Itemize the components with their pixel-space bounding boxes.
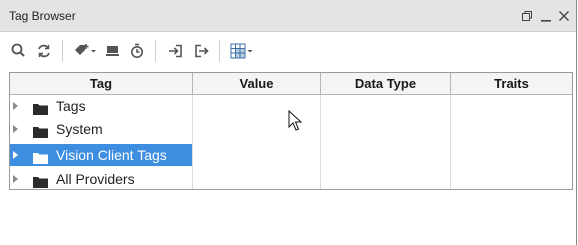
tree-row-tags[interactable]: Tags: [10, 95, 192, 117]
column-header-traits[interactable]: Traits: [451, 73, 572, 94]
column-header-value[interactable]: Value: [193, 73, 321, 94]
panel-title: Tag Browser: [9, 9, 76, 23]
column-divider: [450, 95, 451, 189]
toolbar-separator: [155, 40, 156, 62]
title-bar: Tag Browser: [0, 0, 576, 32]
minimize-icon[interactable]: [539, 8, 553, 22]
toolbar: [0, 32, 576, 70]
folder-icon: [33, 123, 48, 138]
tree-row-all-providers[interactable]: All Providers: [10, 168, 192, 190]
expand-arrow-icon[interactable]: [13, 175, 18, 183]
folder-icon: [33, 149, 48, 164]
tree-row-vision-client-tags[interactable]: Vision Client Tags: [10, 144, 192, 166]
expand-arrow-icon[interactable]: [13, 151, 18, 159]
expand-arrow-icon[interactable]: [13, 102, 18, 110]
search-icon[interactable]: [9, 41, 29, 61]
tree-row-system[interactable]: System: [10, 118, 192, 140]
column-divider: [192, 95, 193, 189]
add-tag-icon[interactable]: [72, 41, 98, 61]
toolbar-separator: [219, 40, 220, 62]
float-window-icon[interactable]: [520, 8, 534, 22]
folder-icon: [33, 100, 48, 115]
tag-browser-panel: Tag Browser Tag Value Data Type Traits T…: [0, 0, 577, 245]
grid-view-icon[interactable]: [228, 41, 254, 61]
logout-icon[interactable]: [191, 41, 211, 61]
mouse-pointer-icon: [288, 109, 303, 132]
folder-icon: [33, 173, 48, 188]
close-icon[interactable]: [557, 8, 571, 22]
refresh-icon[interactable]: [34, 41, 54, 61]
column-header-tag[interactable]: Tag: [10, 73, 193, 94]
expand-arrow-icon[interactable]: [13, 125, 18, 133]
table-header: Tag Value Data Type Traits: [10, 73, 572, 95]
tree-row-label: Vision Client Tags: [56, 147, 167, 163]
toolbar-separator: [62, 40, 63, 62]
tree-row-label: Tags: [56, 98, 86, 114]
import-icon[interactable]: [166, 41, 186, 61]
tree-row-label: System: [56, 121, 103, 137]
column-divider: [320, 95, 321, 189]
export-icon[interactable]: [103, 41, 123, 61]
history-icon[interactable]: [127, 41, 147, 61]
tree-row-label: All Providers: [56, 171, 135, 187]
column-header-data-type[interactable]: Data Type: [321, 73, 451, 94]
